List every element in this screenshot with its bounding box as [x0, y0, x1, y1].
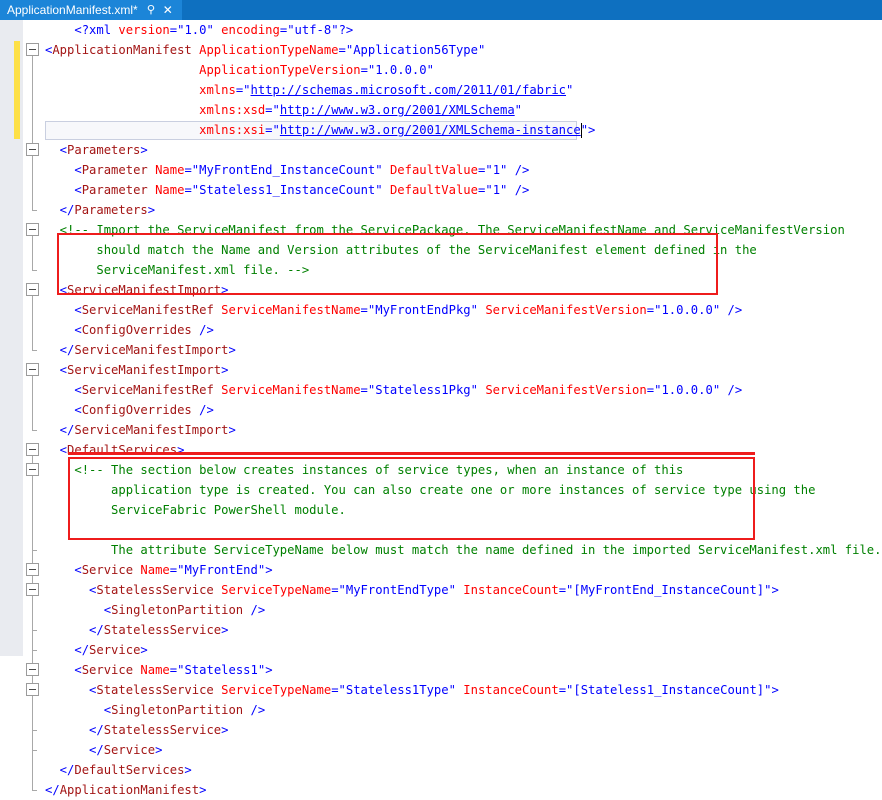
- outlining-guide: [32, 694, 33, 730]
- visual-studio-editor-window: ApplicationManifest.xml* ⚲ ✕ <?xml versi…: [0, 0, 882, 656]
- outlining-end-tick: [32, 430, 37, 431]
- code-line[interactable]: <!-- The section below creates instances…: [45, 460, 882, 480]
- code-line[interactable]: <?xml version="1.0" encoding="utf-8"?>: [45, 20, 882, 40]
- code-line[interactable]: ApplicationTypeVersion="1.0.0.0": [45, 60, 882, 80]
- code-line[interactable]: <Parameter Name="MyFrontEnd_InstanceCoun…: [45, 160, 882, 180]
- code-line[interactable]: <Parameters>: [45, 140, 882, 160]
- code-line[interactable]: <Parameter Name="Stateless1_InstanceCoun…: [45, 180, 882, 200]
- outlining-end-tick: [32, 210, 37, 211]
- code-line[interactable]: </Parameters>: [45, 200, 882, 220]
- outlining-collapse-toggle[interactable]: [26, 463, 39, 476]
- code-content[interactable]: <?xml version="1.0" encoding="utf-8"?><A…: [45, 20, 882, 656]
- code-line[interactable]: <Service Name="MyFrontEnd">: [45, 560, 882, 580]
- outlining-collapse-toggle[interactable]: [26, 563, 39, 576]
- code-line[interactable]: </StatelessService>: [45, 620, 882, 640]
- code-line[interactable]: </StatelessService>: [45, 720, 882, 740]
- outlining-guide: [32, 374, 33, 430]
- tab-application-manifest-xml[interactable]: ApplicationManifest.xml* ⚲ ✕: [0, 0, 182, 20]
- outlining-collapse-toggle[interactable]: [26, 683, 39, 696]
- outlining-collapse-toggle[interactable]: [26, 363, 39, 376]
- outlining-end-tick: [32, 550, 37, 551]
- outlining-guide: [32, 294, 33, 350]
- code-line[interactable]: should match the Name and Version attrib…: [45, 240, 882, 260]
- outlining-end-tick: [32, 350, 37, 351]
- outlining-margin[interactable]: [23, 20, 45, 656]
- outlining-collapse-toggle[interactable]: [26, 283, 39, 296]
- unsaved-change-bar: [14, 41, 20, 139]
- code-line[interactable]: <ServiceManifestRef ServiceManifestName=…: [45, 300, 882, 320]
- tab-title: ApplicationManifest.xml*: [7, 3, 138, 17]
- selection-margin[interactable]: [0, 20, 15, 656]
- outlining-collapse-toggle[interactable]: [26, 143, 39, 156]
- code-line[interactable]: [45, 520, 882, 540]
- outlining-end-tick: [32, 270, 37, 271]
- outlining-collapse-toggle[interactable]: [26, 223, 39, 236]
- outlining-guide: [32, 234, 33, 270]
- code-line[interactable]: application type is created. You can als…: [45, 480, 882, 500]
- code-line[interactable]: <ServiceManifestRef ServiceManifestName=…: [45, 380, 882, 400]
- code-line[interactable]: <SingletonPartition />: [45, 600, 882, 620]
- code-line[interactable]: xmlns:xsd="http://www.w3.org/2001/XMLSch…: [45, 100, 882, 120]
- code-line[interactable]: </Service>: [45, 640, 882, 660]
- editor-tab-strip: ApplicationManifest.xml* ⚲ ✕: [0, 0, 882, 20]
- outlining-guide: [32, 594, 33, 630]
- outlining-end-tick: [32, 650, 37, 651]
- code-line[interactable]: <StatelessService ServiceTypeName="State…: [45, 680, 882, 700]
- code-line[interactable]: </ServiceManifestImport>: [45, 340, 882, 360]
- code-line[interactable]: <ServiceManifestImport>: [45, 360, 882, 380]
- outlining-guide: [32, 474, 33, 550]
- code-line[interactable]: xmlns="http://schemas.microsoft.com/2011…: [45, 80, 882, 100]
- outlining-collapse-toggle[interactable]: [26, 583, 39, 596]
- code-editor[interactable]: <?xml version="1.0" encoding="utf-8"?><A…: [0, 20, 882, 656]
- code-line[interactable]: <ConfigOverrides />: [45, 400, 882, 420]
- code-line[interactable]: The attribute ServiceTypeName below must…: [45, 540, 882, 560]
- code-line[interactable]: <ServiceManifestImport>: [45, 280, 882, 300]
- code-line[interactable]: <ConfigOverrides />: [45, 320, 882, 340]
- outlining-collapse-toggle[interactable]: [26, 443, 39, 456]
- code-line[interactable]: </ApplicationManifest>: [45, 780, 882, 800]
- outlining-end-tick: [32, 730, 37, 731]
- code-line[interactable]: <SingletonPartition />: [45, 700, 882, 720]
- code-line[interactable]: </DefaultServices>: [45, 760, 882, 780]
- pin-icon[interactable]: ⚲: [147, 4, 155, 16]
- outlining-end-tick: [32, 790, 37, 791]
- code-line[interactable]: <StatelessService ServiceTypeName="MyFro…: [45, 580, 882, 600]
- code-line[interactable]: </Service>: [45, 740, 882, 760]
- code-line[interactable]: </ServiceManifestImport>: [45, 420, 882, 440]
- outlining-end-tick: [32, 630, 37, 631]
- outlining-collapse-toggle[interactable]: [26, 663, 39, 676]
- outlining-collapse-toggle[interactable]: [26, 43, 39, 56]
- code-line[interactable]: <ApplicationManifest ApplicationTypeName…: [45, 40, 882, 60]
- code-line[interactable]: <!-- Import the ServiceManifest from the…: [45, 220, 882, 240]
- outlining-guide: [32, 54, 33, 210]
- code-line[interactable]: ServiceFabric PowerShell module.: [45, 500, 882, 520]
- code-line[interactable]: <DefaultServices>: [45, 440, 882, 460]
- code-line[interactable]: <Service Name="Stateless1">: [45, 660, 882, 680]
- code-line[interactable]: ServiceManifest.xml file. -->: [45, 260, 882, 280]
- close-icon[interactable]: ✕: [163, 4, 173, 16]
- outlining-end-tick: [32, 750, 37, 751]
- code-line[interactable]: xmlns:xsi="http://www.w3.org/2001/XMLSch…: [45, 120, 882, 140]
